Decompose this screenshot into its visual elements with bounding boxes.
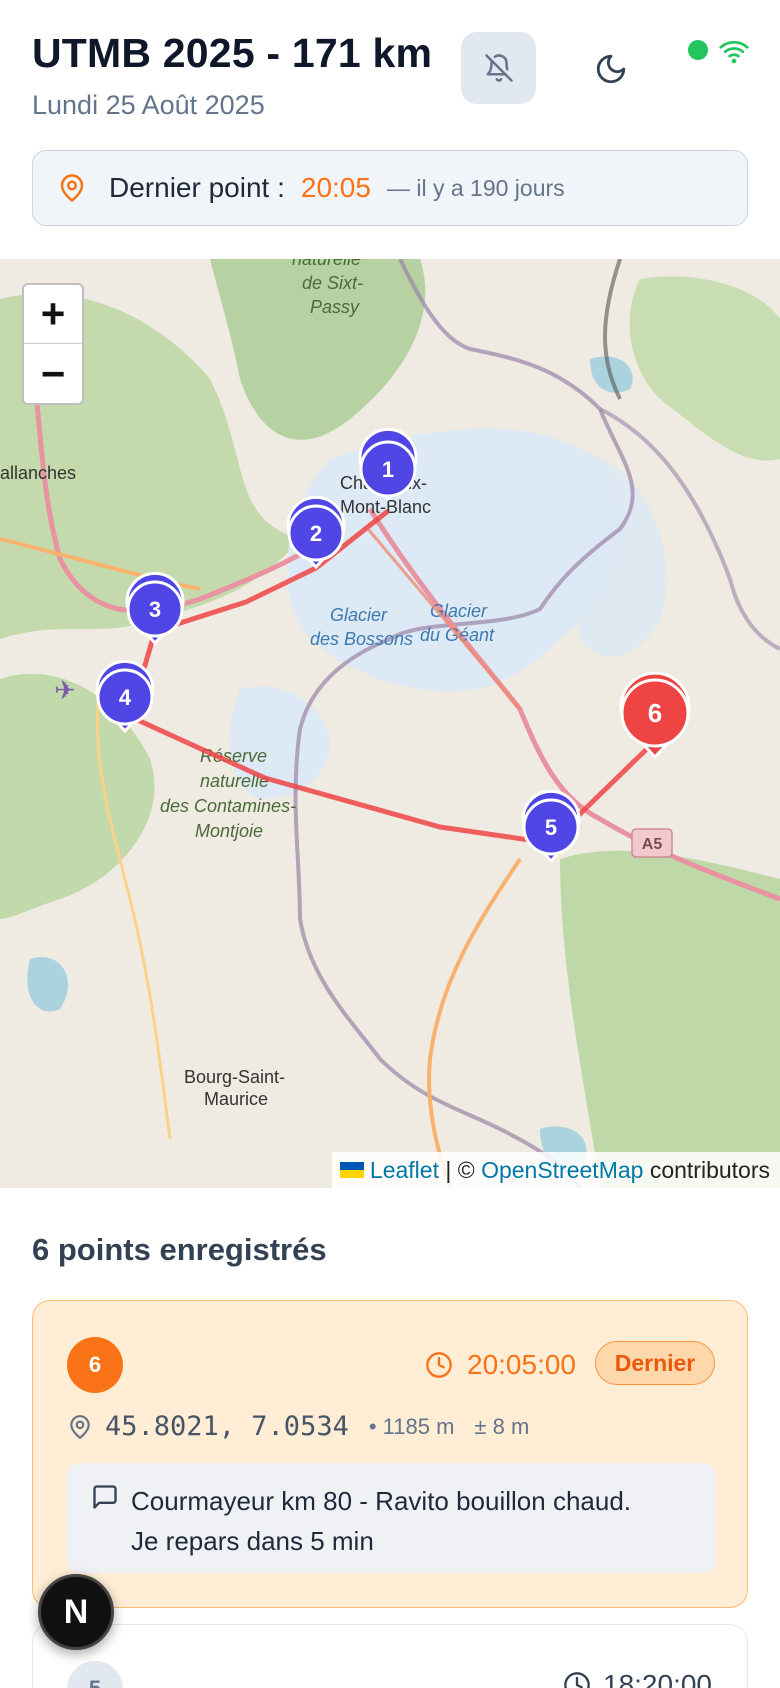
last-point-time: 20:05: [300, 172, 371, 203]
point-number-badge: 5: [67, 1661, 123, 1688]
point-coordinates: 45.8021, 7.0534: [105, 1411, 349, 1442]
airport-icon: ✈: [54, 675, 76, 705]
osm-link[interactable]: OpenStreetMap: [481, 1157, 643, 1184]
ukraine-flag-icon: [339, 1162, 364, 1178]
svg-text:4: 4: [119, 685, 132, 710]
attribution-contributors: contributors: [643, 1156, 770, 1183]
map-pin-icon: [70, 1414, 90, 1439]
marker-1: 1: [358, 427, 418, 502]
zoom-out-button[interactable]: −: [24, 344, 82, 403]
point-number-badge: 6: [67, 1337, 123, 1393]
clock-icon: [564, 1672, 590, 1688]
point-comment: Courmayeur km 80 - Ravito bouillon chaud…: [67, 1463, 715, 1573]
map-label: allanches: [0, 463, 76, 483]
point-accuracy: ± 8 m: [474, 1413, 530, 1439]
svg-text:3: 3: [149, 597, 161, 622]
moon-icon: [596, 54, 626, 84]
point-location-row: 45.8021, 7.0534 • 1185 m ± 8 m: [67, 1411, 529, 1442]
point-time-text: 18:20:00: [603, 1669, 712, 1688]
latest-badge: Dernier: [595, 1341, 715, 1385]
clock-icon: [426, 1352, 452, 1378]
svg-text:6: 6: [648, 698, 662, 728]
notifications-toggle-button[interactable]: [461, 32, 536, 104]
svg-text:2: 2: [310, 521, 322, 546]
map-label: Glacier: [330, 605, 388, 625]
point-time: 20:05:00: [425, 1349, 576, 1381]
map-label: Passy: [310, 297, 360, 317]
page-title: UTMB 2025 - 171 km: [32, 30, 433, 76]
online-status-dot: [688, 40, 708, 60]
map-label: des Bossons: [310, 629, 413, 649]
comment-line: Je repars dans 5 min: [131, 1526, 374, 1556]
map-label: des Contamines-: [160, 796, 296, 816]
map-label-a5: A5: [642, 836, 663, 853]
theme-toggle-button[interactable]: [586, 44, 636, 94]
message-square-icon: [93, 1485, 117, 1509]
zoom-control: + −: [22, 283, 84, 405]
attribution-separator: | ©: [438, 1156, 482, 1183]
map-label: Maurice: [204, 1089, 268, 1109]
point-altitude: • 1185 m: [368, 1413, 455, 1439]
last-point-banner: Dernier point : 20:05 — il y a 190 jours: [32, 150, 748, 226]
header: UTMB 2025 - 171 km Lundi 25 Août 2025 De…: [0, 0, 780, 258]
map-label: Montjoie: [195, 821, 263, 841]
wifi-icon: [719, 40, 749, 64]
map-tiles: A5 naturelle de Sixt- Passy Réserve natu…: [0, 259, 780, 1188]
map-label: naturelle: [292, 259, 361, 269]
map-label: de Sixt-: [302, 273, 363, 293]
nextjs-dev-button[interactable]: N: [38, 1574, 114, 1650]
svg-text:5: 5: [545, 815, 557, 840]
last-point-label: Dernier point :: [109, 172, 285, 203]
map-attribution: Leaflet | © OpenStreetMap contributors: [331, 1152, 780, 1188]
svg-text:1: 1: [382, 457, 394, 482]
point-time-text: 20:05:00: [467, 1349, 576, 1380]
point-card[interactable]: 5 18:20:00: [32, 1624, 748, 1688]
points-count-heading: 6 points enregistrés: [32, 1232, 327, 1267]
zoom-in-button[interactable]: +: [24, 285, 82, 344]
event-date: Lundi 25 Août 2025: [32, 90, 265, 120]
map-pin-icon: [57, 173, 87, 203]
point-time: 18:20:00: [563, 1669, 712, 1688]
comment-line: Courmayeur km 80 - Ravito bouillon chaud…: [131, 1486, 632, 1516]
last-point-ago: — il y a 190 jours: [386, 174, 565, 201]
map-label: Bourg-Saint-: [184, 1067, 285, 1087]
map[interactable]: A5 naturelle de Sixt- Passy Réserve natu…: [0, 259, 780, 1188]
bell-off-icon: [484, 54, 513, 82]
leaflet-link[interactable]: Leaflet: [370, 1157, 439, 1184]
point-card-latest[interactable]: 6 20:05:00 Dernier 45.8021, 7.0534 • 118…: [32, 1300, 748, 1608]
